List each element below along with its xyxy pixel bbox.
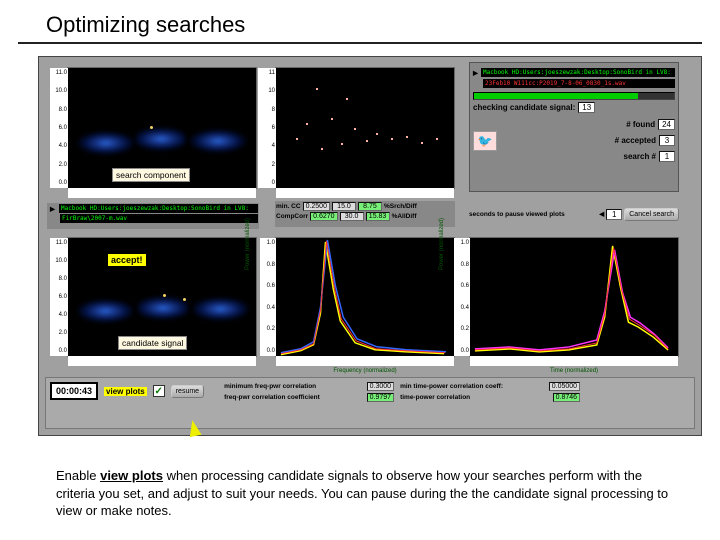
num-found: 24: [658, 119, 675, 130]
power-time-plot: 1.00.8 0.60.4 0.20.0 Power (normalized) …: [469, 237, 679, 357]
arrow-icon: [186, 419, 201, 437]
status-label: checking candidate signal:: [473, 103, 575, 112]
pct-alldiff-value: 15.83: [366, 212, 390, 221]
file-path-panel: ▶Macbook HD:Users:joeszewzak:Desktop:Son…: [47, 203, 259, 229]
info-panel: ▶Macbook HD:Users:joeszewzak:Desktop:Son…: [469, 62, 679, 192]
num-search: 1: [659, 151, 675, 162]
spectrogram-label: candidate signal: [118, 336, 187, 350]
y-axis: 11.010.0 8.06.0 4.02.0 0.0: [50, 238, 68, 356]
pause-seconds[interactable]: 1: [606, 209, 622, 220]
progress-bar: [473, 92, 675, 100]
bottom-controls: 00:00:43 view plots ✓ resume minimum fre…: [45, 377, 695, 429]
num-accepted: 3: [659, 135, 675, 146]
app-window: 11.010.0 8.06.0 4.02.0 0.0 search compon…: [38, 56, 702, 436]
scatter-panel: 1110 86 42 0: [275, 67, 455, 189]
correlation-controls: min. CC 0.2500 15.0 8.75 %Srch/Diff Comp…: [275, 201, 455, 227]
y-axis: 11.010.0 8.06.0 4.02.0 0.0: [50, 68, 68, 188]
file-path-2: FirBraw\2007-m.wav: [60, 214, 258, 223]
status-number: 13: [578, 102, 595, 113]
elapsed-timer: 00:00:43: [50, 382, 98, 400]
x-axis-label: Frequency (normalized): [333, 368, 396, 374]
source-path-1: Macbook HD:Users:joeszewzak:Desktop:Sono…: [481, 68, 675, 77]
x-axis: [68, 356, 256, 366]
pct-srchdiff-value: 8.75: [358, 202, 382, 211]
view-plots-label: view plots: [104, 387, 147, 396]
x-axis: [276, 356, 454, 366]
y-axis: 1.00.8 0.60.4 0.20.0: [260, 238, 276, 356]
db2-value[interactable]: 30.0: [340, 212, 364, 221]
x-axis: [276, 188, 454, 198]
source-path-2: 23Feb10 W111cc:P2019_7-8-06_0830_1s.wav: [483, 79, 675, 88]
y-axis: 1110 86 42 0: [258, 68, 276, 188]
spectrogram-candidate-signal: 11.010.0 8.06.0 4.02.0 0.0 accept! candi…: [67, 237, 257, 357]
y-axis: 1.00.8 0.60.4 0.20.0: [454, 238, 470, 356]
spectrogram-label: search component: [112, 168, 190, 182]
min-timepwr-corr[interactable]: 0.05000: [549, 382, 580, 391]
x-axis: [68, 188, 256, 198]
y-axis-label: Power (normalized): [245, 218, 251, 270]
bird-icon: 🐦: [473, 131, 497, 151]
power-freq-plot: 1.00.8 0.60.4 0.20.0 Power (normalized) …: [275, 237, 455, 357]
resume-button[interactable]: resume: [171, 385, 204, 398]
pause-controls: seconds to pause viewed plots ◀ 1 Cancel…: [469, 201, 679, 227]
freqpwr-corr-coeff: 0.9797: [367, 393, 394, 402]
spectrogram-search-component: 11.010.0 8.06.0 4.02.0 0.0 search compon…: [67, 67, 257, 189]
y-axis-label: Power (normalized): [439, 218, 445, 270]
slide-caption: Enable view plots when processing candid…: [56, 467, 684, 520]
compcorr-value: 0.6270: [310, 212, 337, 221]
accept-badge: accept!: [108, 254, 146, 266]
file-path-1: Macbook HD:Users:joeszewzak:Desktop:Sono…: [59, 204, 258, 213]
timepwr-corr: 0.8746: [553, 393, 580, 402]
page-title: Optimizing searches: [18, 0, 702, 44]
x-axis: [470, 356, 678, 366]
min-freqpwr-corr[interactable]: 0.3000: [367, 382, 394, 391]
view-plots-checkbox[interactable]: ✓: [153, 385, 165, 397]
min-cc-value[interactable]: 0.2500: [303, 202, 330, 211]
x-axis-label: Time (normalized): [550, 368, 598, 374]
cancel-search-button[interactable]: Cancel search: [624, 208, 679, 221]
db1-value[interactable]: 15.0: [332, 202, 356, 211]
